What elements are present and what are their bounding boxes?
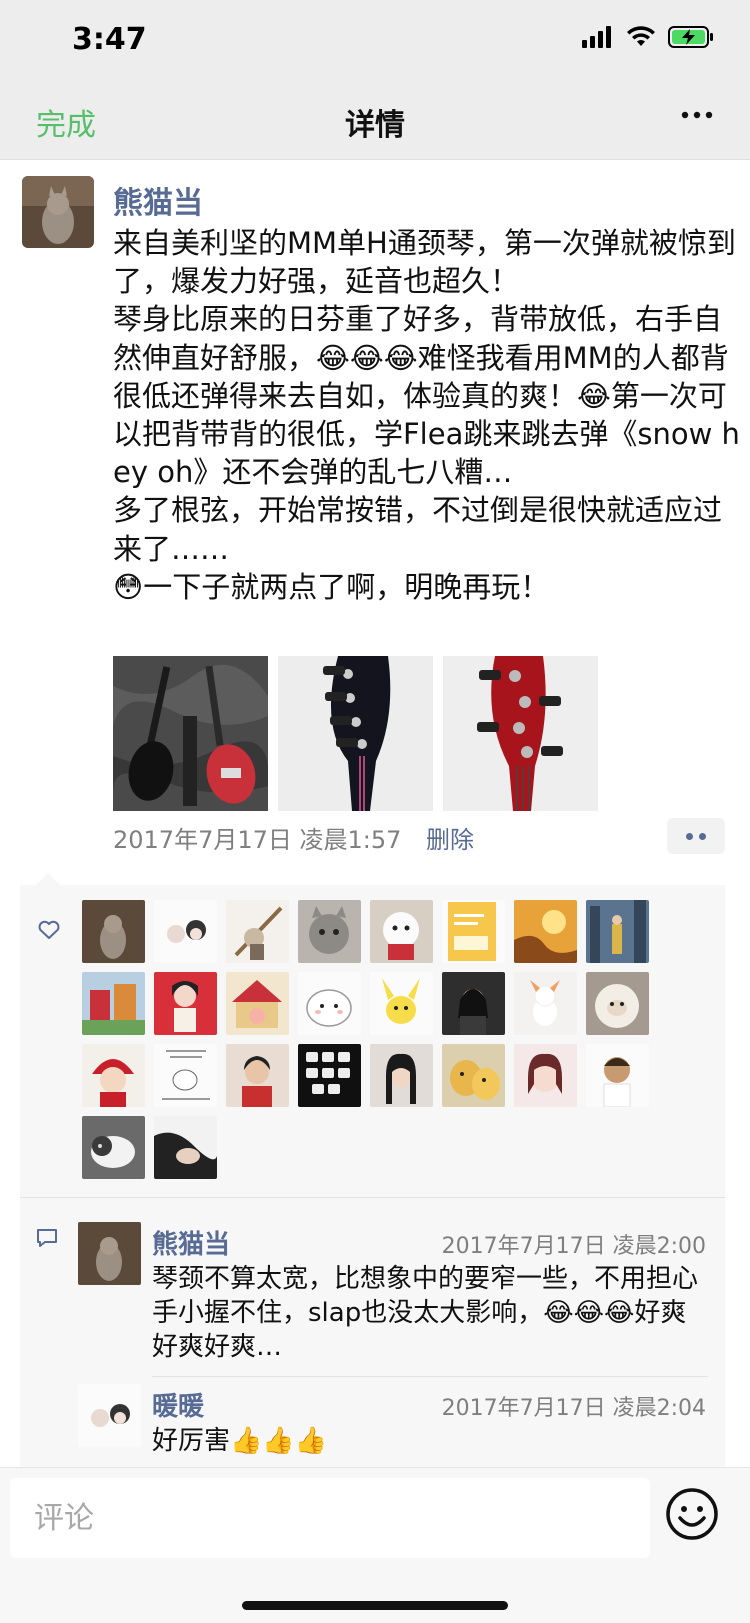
- comment-bubble-icon: [36, 1228, 58, 1252]
- commenter-avatar[interactable]: [78, 1384, 141, 1447]
- post-image-grid: [113, 656, 598, 811]
- like-avatar[interactable]: [154, 1116, 217, 1179]
- like-avatar[interactable]: [154, 1044, 217, 1107]
- comment-text: 好厉害👍👍👍: [152, 1426, 328, 1456]
- more-dots-icon: [681, 111, 713, 119]
- like-avatar[interactable]: [370, 1044, 433, 1107]
- comment-text: 琴颈不算太宽，比想象中的要窄一些，不用担心手小握不住，slap也没太大影响，😂😂…: [152, 1264, 699, 1362]
- like-avatar[interactable]: [298, 972, 361, 1035]
- comment-input-bar: [0, 1467, 750, 1623]
- post-body-text: 来自美利坚的MM单H通颈琴，第一次弹就被惊到了，爆发力好强，延音也超久！ 琴身比…: [113, 226, 740, 604]
- battery-charging-icon: [668, 26, 713, 48]
- like-avatar[interactable]: [442, 1044, 505, 1107]
- like-avatar[interactable]: [226, 900, 289, 963]
- like-avatar[interactable]: [586, 900, 649, 963]
- like-avatar[interactable]: [442, 972, 505, 1035]
- like-avatar[interactable]: [442, 900, 505, 963]
- smiley-face-icon: [666, 1488, 718, 1540]
- comment-input[interactable]: [10, 1478, 650, 1558]
- post-image-guitars[interactable]: [113, 656, 268, 811]
- like-avatar[interactable]: [586, 972, 649, 1035]
- like-avatar[interactable]: [154, 900, 217, 963]
- like-avatar[interactable]: [586, 1044, 649, 1107]
- post-actions-button[interactable]: [667, 818, 725, 854]
- author-avatar[interactable]: [22, 176, 94, 248]
- delete-post-button[interactable]: 删除: [426, 820, 474, 855]
- status-time: 3:47: [72, 22, 147, 57]
- like-avatar[interactable]: [514, 900, 577, 963]
- likes-avatar-grid: [82, 900, 662, 1179]
- comment-timestamp: 2017年7月17日 凌晨2:00: [441, 1234, 706, 1259]
- commenter-name[interactable]: 熊猫当: [152, 1224, 230, 1261]
- page-title: 详情: [345, 108, 405, 143]
- home-indicator: [242, 1601, 508, 1610]
- like-avatar[interactable]: [370, 900, 433, 963]
- more-options-button[interactable]: [680, 98, 714, 141]
- like-avatar[interactable]: [370, 972, 433, 1035]
- wifi-icon: [627, 26, 655, 46]
- status-icons: [582, 26, 714, 48]
- like-avatar[interactable]: [82, 1044, 145, 1107]
- likes-comments-divider: [20, 1197, 725, 1198]
- like-avatar[interactable]: [514, 972, 577, 1035]
- like-avatar[interactable]: [154, 972, 217, 1035]
- post-image-red-headstock[interactable]: [443, 656, 598, 811]
- action-dot-icon: [699, 832, 706, 840]
- panel-pointer: [36, 873, 60, 885]
- action-dot-icon: [686, 832, 693, 840]
- emoji-button[interactable]: [664, 1486, 720, 1542]
- like-avatar[interactable]: [82, 1116, 145, 1179]
- post-timestamp: 2017年7月17日 凌晨1:57: [113, 826, 402, 854]
- commenter-name[interactable]: 暖暖: [152, 1386, 204, 1423]
- signal-icon: [582, 26, 611, 48]
- heart-outline-icon: [38, 920, 60, 944]
- like-avatar[interactable]: [298, 1044, 361, 1107]
- post-author-name[interactable]: 熊猫当: [113, 178, 203, 222]
- like-avatar[interactable]: [298, 900, 361, 963]
- like-avatar[interactable]: [514, 1044, 577, 1107]
- nav-bar: 完成 详情: [0, 80, 750, 160]
- like-avatar[interactable]: [82, 900, 145, 963]
- like-avatar[interactable]: [226, 1044, 289, 1107]
- like-avatar[interactable]: [82, 972, 145, 1035]
- post-image-black-headstock[interactable]: [278, 656, 433, 811]
- comment-timestamp: 2017年7月17日 凌晨2:04: [441, 1396, 706, 1421]
- comment-divider: [152, 1376, 708, 1377]
- like-avatar[interactable]: [226, 972, 289, 1035]
- status-bar: 3:47: [0, 0, 750, 80]
- commenter-avatar[interactable]: [78, 1222, 141, 1285]
